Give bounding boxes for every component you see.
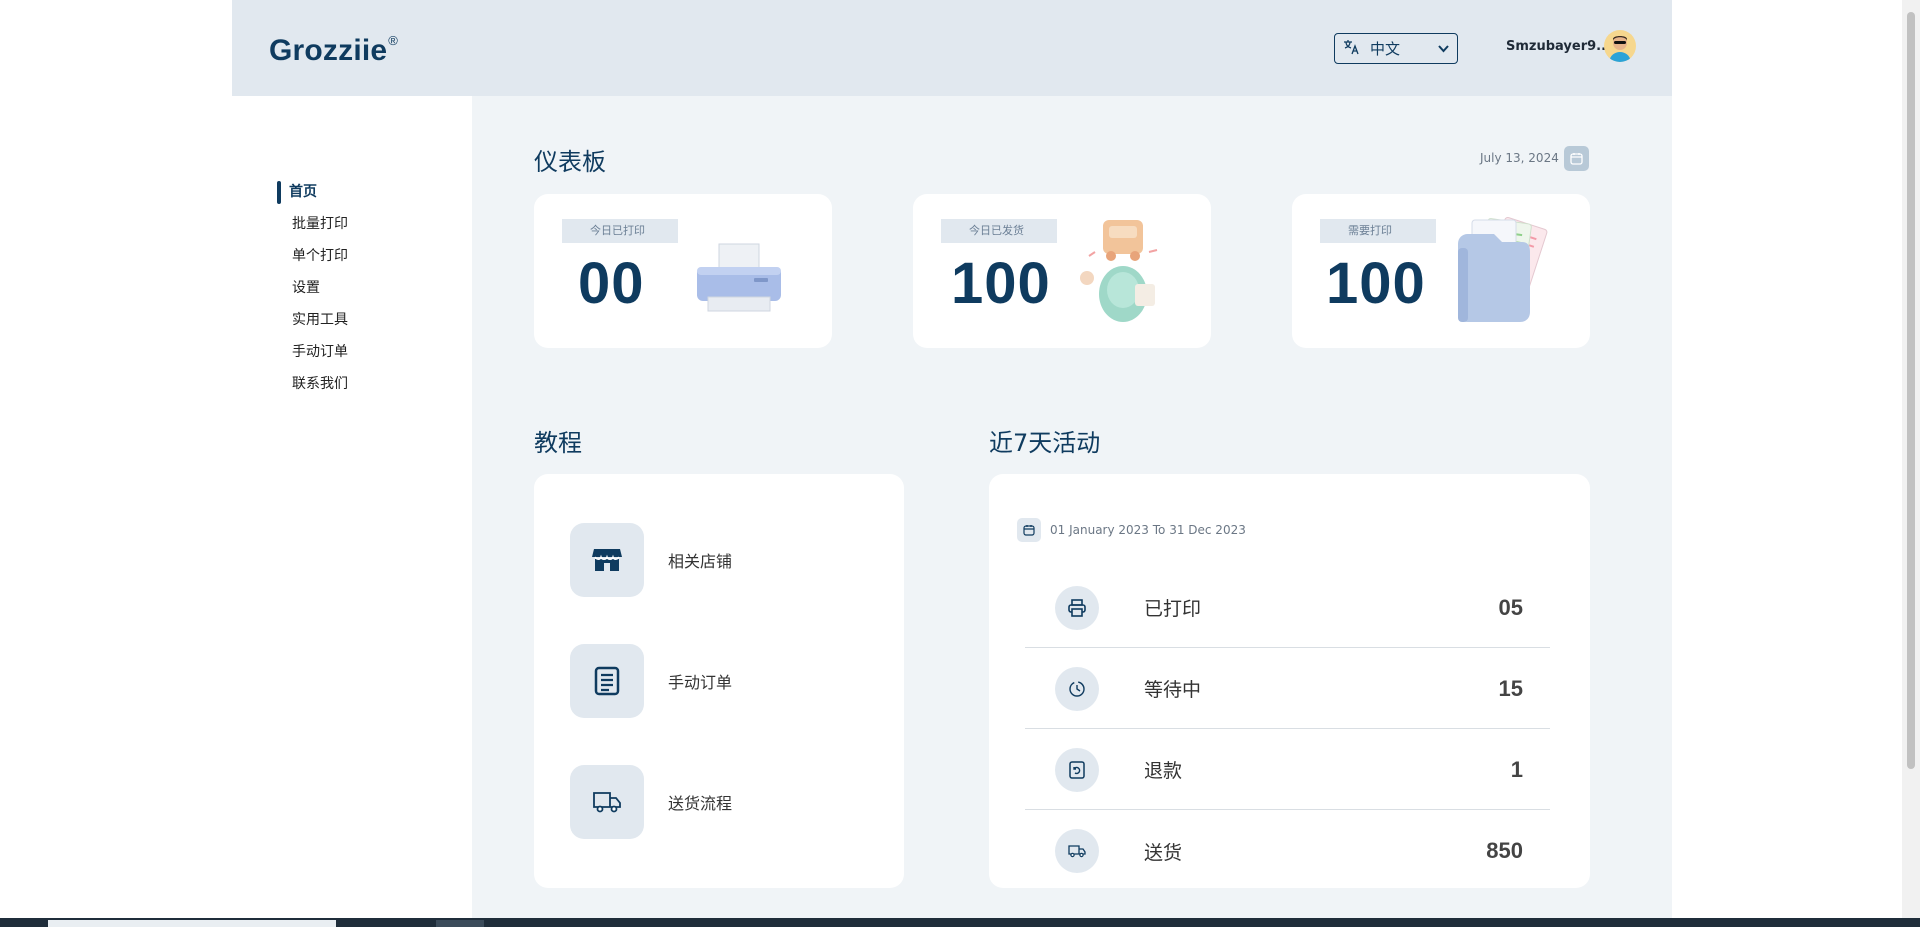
user-avatar[interactable] — [1604, 30, 1636, 62]
activity-label: 送货 — [1144, 841, 1183, 864]
activity-value: 05 — [1498, 594, 1523, 620]
stat-label: 需要打印 — [1320, 219, 1436, 243]
printer-icon — [1055, 585, 1099, 630]
dashboard-title: 仪表板 — [534, 148, 606, 176]
chevron-down-icon — [1438, 42, 1449, 56]
brand-logo[interactable]: Grozziie® — [269, 33, 399, 68]
top-header: Grozziie® 中文 Smzubayer9... — [232, 0, 1672, 96]
calendar-button[interactable] — [1564, 146, 1589, 171]
scrollbar-thumb[interactable] — [1907, 12, 1915, 769]
main-content: 仪表板 July 13, 2024 今日已打印 00 今日已发货 100 需要打… — [472, 96, 1672, 927]
store-icon — [570, 523, 644, 597]
activity-row-waiting: 等待中 15 — [1025, 649, 1550, 729]
sidebar: 首页 批量打印 单个打印 设置 实用工具 手动订单 联系我们 — [232, 96, 472, 927]
sidebar-item-home[interactable]: 首页 — [277, 176, 348, 208]
sidebar-nav: 首页 批量打印 单个打印 设置 实用工具 手动订单 联系我们 — [277, 176, 348, 400]
activity-label: 等待中 — [1144, 679, 1202, 701]
sidebar-item-contact[interactable]: 联系我们 — [277, 368, 348, 400]
refund-icon — [1055, 747, 1099, 792]
brand-mark: ® — [388, 33, 399, 48]
dashboard-date: July 13, 2024 — [1480, 151, 1559, 165]
stat-card-shipped-today: 今日已发货 100 — [913, 194, 1211, 348]
activity-row-delivery: 送货 850 — [1025, 811, 1550, 891]
stat-label: 今日已打印 — [562, 219, 678, 243]
delivery-truck-illustration-icon — [1077, 216, 1167, 330]
taskbar-window[interactable] — [48, 920, 336, 927]
activity-row-refund: 退款 1 — [1025, 730, 1550, 810]
stat-label: 今日已发货 — [941, 219, 1057, 243]
activity-label: 已打印 — [1144, 598, 1202, 620]
stat-value: 100 — [951, 251, 1051, 316]
clock-icon — [1055, 666, 1099, 711]
sidebar-item-batch-print[interactable]: 批量打印 — [277, 208, 348, 240]
truck-icon — [570, 765, 644, 839]
tutorial-item-stores[interactable]: 相关店铺 — [570, 523, 732, 597]
brand-name: Grozziie — [269, 34, 388, 67]
tutorial-item-label: 送货流程 — [668, 794, 733, 813]
activity-label: 退款 — [1144, 760, 1183, 782]
tutorial-item-label: 相关店铺 — [668, 552, 733, 571]
calendar-icon — [1570, 153, 1583, 165]
tutorial-item-delivery-process[interactable]: 送货流程 — [570, 765, 732, 839]
sidebar-item-single-print[interactable]: 单个打印 — [277, 240, 348, 272]
stat-value: 100 — [1326, 251, 1426, 316]
activity-value: 1 — [1510, 756, 1523, 782]
truck-icon — [1055, 829, 1099, 873]
documents-folder-illustration-icon — [1452, 214, 1562, 334]
sidebar-item-manual-orders[interactable]: 手动订单 — [277, 336, 348, 368]
order-list-icon — [570, 644, 644, 718]
tutorial-item-manual-orders[interactable]: 手动订单 — [570, 644, 732, 718]
translate-icon — [1343, 39, 1359, 59]
language-label: 中文 — [1370, 40, 1401, 58]
stat-card-need-print: 需要打印 100 — [1292, 194, 1590, 348]
tutorial-item-label: 手动订单 — [668, 673, 733, 692]
date-range-text: 01 January 2023 To 31 Dec 2023 — [1050, 523, 1246, 537]
activity-value: 850 — [1486, 838, 1523, 863]
page-scrollbar[interactable] — [1902, 0, 1920, 920]
os-taskbar — [0, 918, 1920, 927]
activity-value: 15 — [1498, 675, 1523, 701]
activity-title: 近7天活动 — [989, 429, 1101, 457]
sidebar-item-tools[interactable]: 实用工具 — [277, 304, 348, 336]
tutorial-title: 教程 — [534, 429, 582, 457]
stat-value: 00 — [578, 251, 645, 316]
calendar-icon — [1017, 518, 1041, 542]
stat-card-printed-today: 今日已打印 00 — [534, 194, 832, 348]
user-name[interactable]: Smzubayer9... — [1506, 39, 1611, 54]
activity-card: 01 January 2023 To 31 Dec 2023 已打印 05 等待… — [989, 474, 1590, 888]
taskbar-app[interactable] — [436, 920, 484, 927]
app-frame: Grozziie® 中文 Smzubayer9... 首页 批量打印 单个打印 — [232, 0, 1672, 927]
date-range[interactable]: 01 January 2023 To 31 Dec 2023 — [1017, 518, 1246, 542]
activity-row-printed: 已打印 05 — [1025, 568, 1550, 648]
printer-illustration-icon — [694, 242, 784, 322]
tutorial-card: 相关店铺 手动订单 送货流程 — [534, 474, 904, 888]
language-select[interactable]: 中文 — [1334, 33, 1458, 64]
sidebar-item-settings[interactable]: 设置 — [277, 272, 348, 304]
